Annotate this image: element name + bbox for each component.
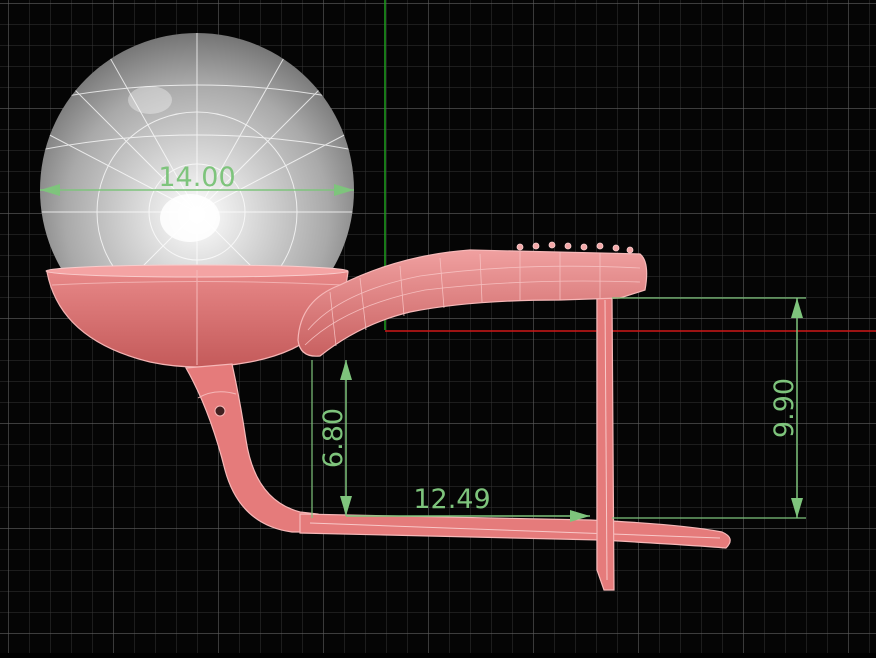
cad-viewport[interactable]: 14.00 6.80 12.49 9.90 — [0, 0, 876, 653]
hinge-hole-icon — [214, 405, 226, 417]
dimension-clip-height-label: 9.90 — [769, 378, 800, 438]
clip-pin[interactable] — [596, 295, 615, 591]
dimension-lever-length-label: 12.49 — [413, 484, 490, 515]
dimension-pearl-diameter-label: 14.00 — [158, 162, 235, 193]
dimension-post-height-label: 6.80 — [318, 408, 349, 468]
cad-drawing: 14.00 6.80 12.49 9.90 — [0, 0, 876, 653]
